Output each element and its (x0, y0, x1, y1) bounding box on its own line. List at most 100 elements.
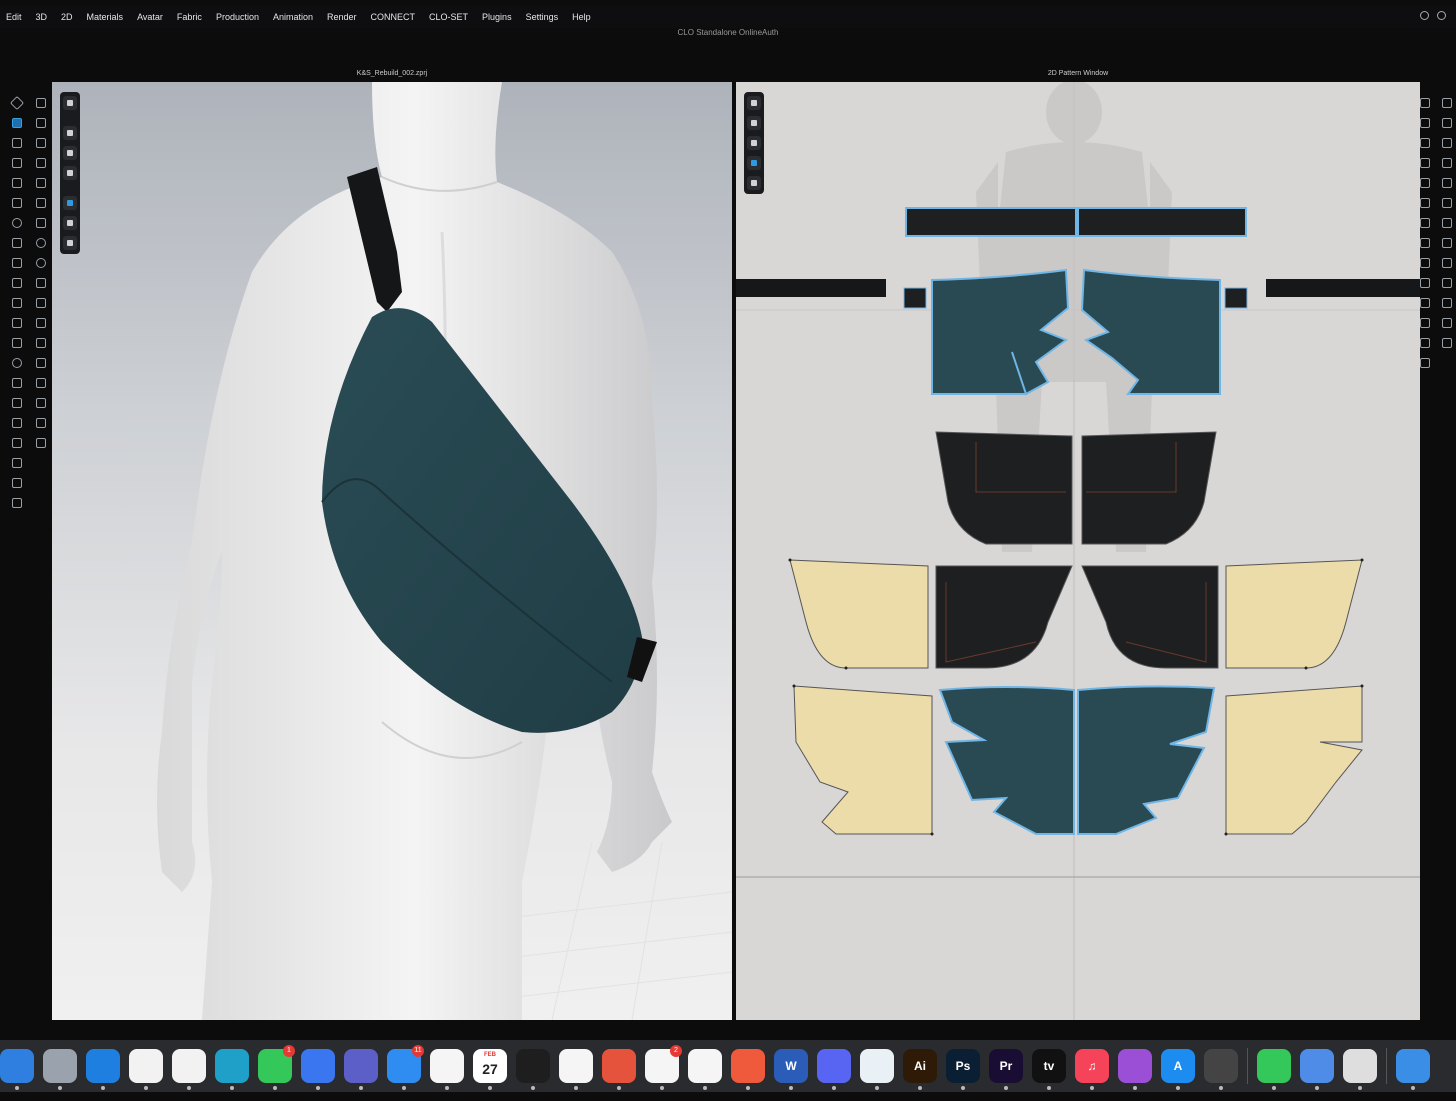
menu-item-animation[interactable]: Animation (273, 12, 313, 22)
puckering-tool-icon[interactable] (34, 176, 46, 188)
photos-icon[interactable] (430, 1049, 464, 1090)
folder-icon[interactable] (1396, 1049, 1430, 1090)
chatgpt-icon[interactable] (688, 1049, 722, 1090)
menu-item-materials[interactable]: Materials (87, 12, 124, 22)
menu-item-2d[interactable]: 2D (61, 12, 73, 22)
word-icon[interactable]: W (774, 1049, 808, 1090)
graphic-tool-icon[interactable] (34, 356, 46, 368)
edit-tool-icon[interactable] (10, 236, 22, 248)
texture-tool-icon[interactable] (10, 416, 22, 428)
zipper-tool-icon[interactable] (10, 396, 22, 408)
illustrator-icon[interactable]: Ai (903, 1049, 937, 1090)
menu-item-clo-set[interactable]: CLO-SET (429, 12, 468, 22)
curve-point-icon[interactable] (1440, 96, 1452, 108)
grid-icon[interactable] (1440, 336, 1452, 348)
disk-utility-icon[interactable] (1204, 1049, 1238, 1090)
calculator-icon[interactable] (1343, 1049, 1377, 1090)
signal-icon[interactable] (301, 1049, 335, 1090)
polygon-icon[interactable] (1418, 176, 1430, 188)
grading-icon[interactable] (1418, 356, 1430, 368)
button-tool-icon[interactable] (10, 456, 22, 468)
menu-item-3d[interactable]: 3D (36, 12, 48, 22)
select-tool-icon[interactable] (10, 96, 22, 108)
square-tool-icon[interactable] (34, 416, 46, 428)
wind-tool-icon[interactable] (34, 136, 46, 148)
setapp-icon[interactable] (1300, 1049, 1334, 1090)
shirt-icon[interactable] (747, 116, 761, 130)
freeform-icon[interactable] (559, 1049, 593, 1090)
arrange-tool-icon[interactable] (10, 376, 22, 388)
transform-tool-icon[interactable] (10, 136, 22, 148)
menu-item-settings[interactable]: Settings (526, 12, 559, 22)
garment-icon[interactable] (747, 176, 761, 190)
internal-shape-icon[interactable] (1418, 196, 1430, 208)
steam-tool-icon[interactable] (34, 156, 46, 168)
creative-cloud-icon[interactable]: 2 (645, 1045, 682, 1090)
edit-point-icon[interactable] (1418, 136, 1430, 148)
messages-icon[interactable]: 1 (258, 1045, 295, 1090)
show-pattern-icon[interactable] (63, 146, 77, 160)
segment-sewing-icon[interactable] (1418, 256, 1430, 268)
show-avatar-icon[interactable] (63, 166, 77, 180)
finder-icon[interactable] (0, 1049, 34, 1090)
info-icon[interactable] (747, 136, 761, 150)
menu-item-fabric[interactable]: Fabric (177, 12, 202, 22)
snap-tool-icon[interactable] (10, 476, 22, 488)
seam-tool-icon[interactable] (10, 436, 22, 448)
hide-tool-icon[interactable] (34, 276, 46, 288)
menu-item-help[interactable]: Help (572, 12, 591, 22)
seam-allowance-icon[interactable] (1440, 276, 1452, 288)
strap-tool-icon[interactable] (10, 216, 22, 228)
launchpad-icon[interactable] (43, 1049, 77, 1090)
menu-item-connect[interactable]: CONNECT (371, 12, 416, 22)
edge-icon[interactable] (215, 1049, 249, 1090)
edit-pattern-icon[interactable] (1418, 96, 1430, 108)
fold-arrange-icon[interactable] (1440, 216, 1452, 228)
avatar-tool-icon[interactable] (10, 296, 22, 308)
text-icon[interactable] (1418, 296, 1430, 308)
fabric-tool-icon[interactable] (34, 296, 46, 308)
2d-pattern-window[interactable] (736, 82, 1420, 1020)
3d-viewport[interactable] (52, 82, 732, 1020)
chrome-icon[interactable] (172, 1049, 206, 1090)
podcasts-icon[interactable] (1118, 1049, 1152, 1090)
move-tool-icon[interactable] (10, 116, 22, 128)
appstore-icon[interactable]: A (1161, 1049, 1195, 1090)
rectangle-icon[interactable] (1418, 156, 1430, 168)
menu-item-plugins[interactable]: Plugins (482, 12, 512, 22)
appletv-icon[interactable]: tv (1032, 1049, 1066, 1090)
photoshop-icon[interactable]: Ps (946, 1049, 980, 1090)
view-mode-icon[interactable] (63, 96, 77, 110)
pin-tool-icon[interactable] (10, 156, 22, 168)
symmetry-icon[interactable] (1440, 296, 1452, 308)
pen-icon[interactable] (747, 96, 761, 110)
layer-tool-icon[interactable] (10, 496, 22, 508)
discord-icon[interactable] (817, 1049, 851, 1090)
texture-icon[interactable] (747, 156, 761, 170)
menu-item-render[interactable]: Render (327, 12, 357, 22)
simulate-tool-icon[interactable] (34, 116, 46, 128)
tack-tool-icon[interactable] (10, 176, 22, 188)
calendar-icon[interactable]: FEB 27 (473, 1049, 507, 1090)
pattern-text-icon[interactable] (1440, 316, 1452, 328)
pose-tool-icon[interactable] (10, 356, 22, 368)
bond-tool-icon[interactable] (34, 376, 46, 388)
ruler-icon[interactable] (1440, 156, 1452, 168)
gravity-tool-icon[interactable] (34, 236, 46, 248)
texture-mode-icon[interactable] (63, 196, 77, 210)
mail-icon[interactable]: 11 (387, 1045, 424, 1090)
music-icon[interactable]: ♫ (1075, 1049, 1109, 1090)
grain-tool-icon[interactable] (34, 396, 46, 408)
slash-spread-icon[interactable] (1440, 136, 1452, 148)
garment-tool-icon[interactable] (10, 316, 22, 328)
menu-item-avatar[interactable]: Avatar (137, 12, 163, 22)
trace-icon[interactable] (1418, 236, 1430, 248)
zipper-icon[interactable] (1440, 256, 1452, 268)
light-icon[interactable] (63, 216, 77, 230)
facetime-icon[interactable] (1257, 1049, 1291, 1090)
tabs-icon[interactable] (731, 1049, 765, 1090)
taska-icon[interactable] (602, 1049, 636, 1090)
status-icon-2[interactable] (1437, 11, 1446, 20)
teams-icon[interactable] (344, 1049, 378, 1090)
tape-tool-icon[interactable] (34, 336, 46, 348)
